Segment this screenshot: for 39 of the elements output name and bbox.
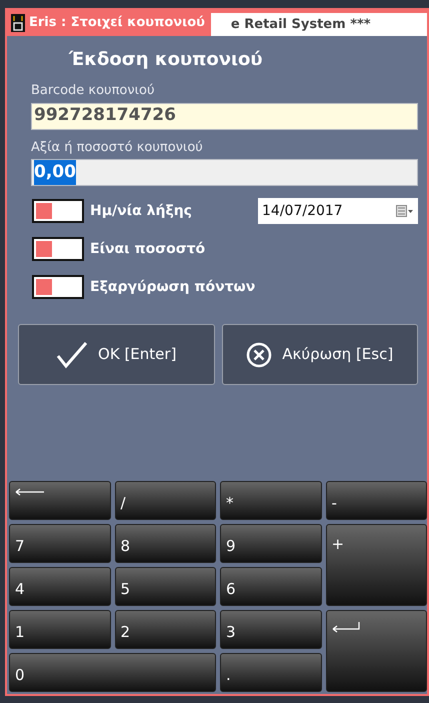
keypad-key[interactable]: .: [220, 653, 322, 692]
app-logo-icon: [11, 14, 25, 32]
input-field[interactable]: 992728174726: [31, 102, 418, 130]
enter-key[interactable]: [326, 610, 427, 692]
toggle-switch[interactable]: [32, 237, 84, 261]
keypad-key[interactable]: 5: [114, 567, 216, 606]
keypad-key[interactable]: +: [326, 524, 427, 606]
backspace-key[interactable]: [9, 481, 110, 520]
field-label: Αξία ή ποσοστό κουπονιού: [31, 138, 204, 156]
input-field[interactable]: 0,00: [31, 159, 418, 186]
backspace-arrow-icon: [15, 488, 45, 496]
keypad-key[interactable]: 6: [220, 567, 322, 606]
enter-arrow-icon: [332, 621, 360, 633]
action-button[interactable]: Ακύρωση [Esc]: [222, 324, 418, 385]
keypad-key[interactable]: 2: [114, 610, 216, 649]
checkmark-icon: [56, 340, 88, 368]
date-field[interactable]: 14/07/2017: [258, 198, 418, 224]
keypad-key[interactable]: /: [114, 481, 216, 520]
keypad-key[interactable]: 4: [9, 567, 110, 606]
toggle-switch[interactable]: [32, 275, 84, 299]
keypad-key[interactable]: *: [220, 481, 322, 520]
keypad-key[interactable]: 3: [220, 610, 322, 649]
keypad-key[interactable]: -: [326, 481, 427, 520]
keypad-key[interactable]: 9: [220, 524, 322, 563]
action-button[interactable]: OK [Enter]: [18, 324, 214, 385]
toggle-switch[interactable]: [32, 199, 84, 223]
toggle-label: Εξαργύρωση πόντων: [90, 278, 256, 296]
keypad-key[interactable]: 8: [114, 524, 216, 563]
keypad-key[interactable]: 7: [9, 524, 110, 563]
toggle-label: Ημ/νία λήξης: [90, 202, 192, 220]
calendar-dropdown-icon[interactable]: [396, 205, 414, 217]
background-window-tab[interactable]: e Retail System ***: [210, 13, 427, 36]
keypad-key[interactable]: 0: [9, 653, 216, 692]
window-title: Eris : Στοιχεί κουπονιού: [29, 14, 205, 32]
dialog-heading: Έκδοση κουπονιού: [69, 48, 264, 72]
field-label: Barcode κουπονιού: [31, 82, 156, 100]
toggle-label: Είναι ποσοστό: [90, 240, 206, 258]
keypad-key[interactable]: 1: [9, 610, 110, 649]
close-circle-icon: [246, 342, 272, 368]
